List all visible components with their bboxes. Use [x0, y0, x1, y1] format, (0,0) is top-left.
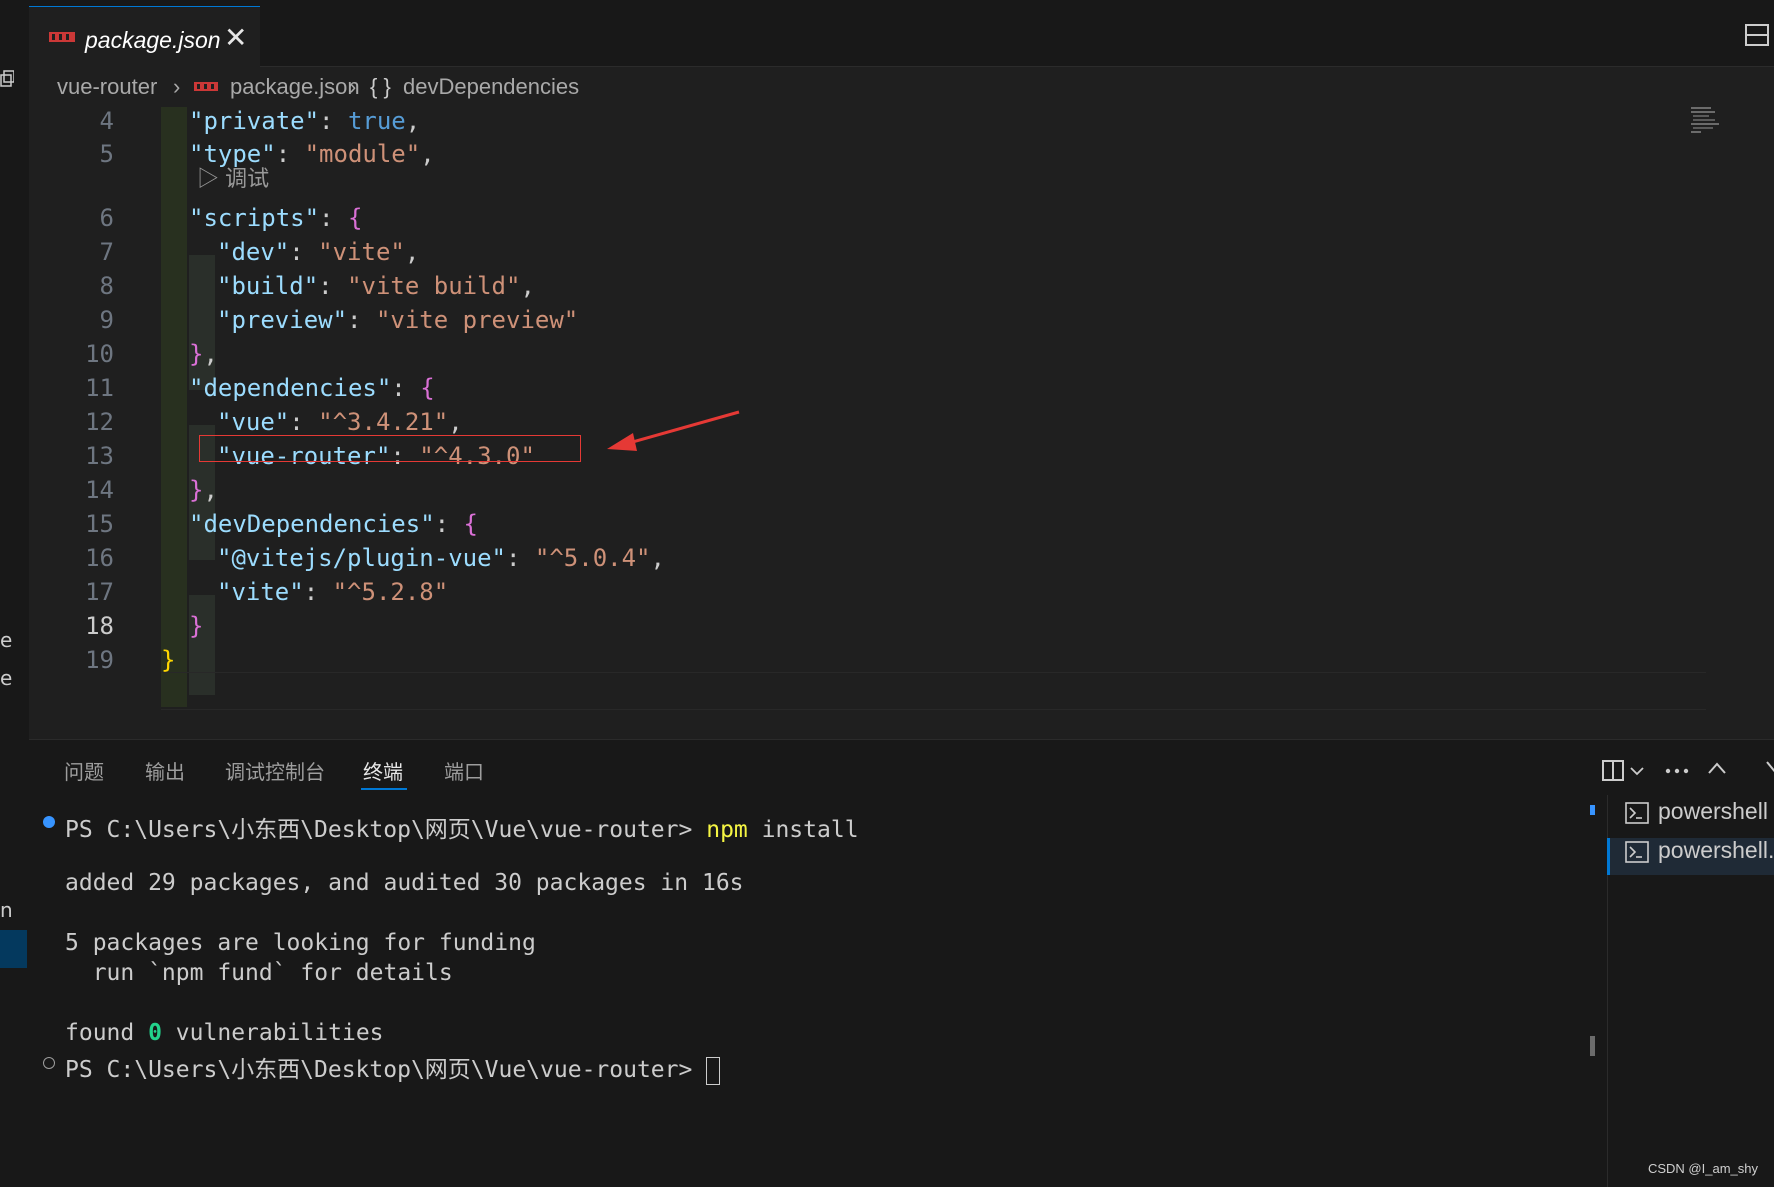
line-number: 19: [85, 646, 114, 674]
line-number: 6: [99, 204, 114, 232]
watermark: CSDN @I_am_shy: [1647, 1161, 1758, 1176]
npm-file-icon: [49, 32, 75, 42]
activity-bar-edge: e e n: [0, 0, 30, 1186]
terminal-output: found 0 vulnerabilities: [65, 1020, 384, 1046]
line-number: 17: [85, 578, 114, 606]
npm-file-icon: [194, 82, 218, 91]
terminal-prompt-line: PS C:\Users\小东西\Desktop\网页\Vue\vue-route…: [65, 1050, 721, 1085]
indent-guide: [161, 107, 187, 707]
code-line: "dependencies": {: [189, 374, 435, 402]
explorer-fragment: e: [0, 628, 13, 652]
line-number: 14: [85, 476, 114, 504]
bottom-panel: 问题 输出 调试控制台 终端 端口 PS C:\Users\小东西\Deskto…: [29, 739, 1774, 1187]
current-line-highlight: [161, 672, 1706, 710]
close-panel-icon[interactable]: [1766, 761, 1774, 777]
chevron-up-icon[interactable]: [1707, 761, 1727, 775]
tab-package-json[interactable]: package.json ✕: [29, 6, 260, 67]
selected-explorer-item[interactable]: [0, 930, 27, 968]
breadcrumb-folder[interactable]: vue-router: [57, 74, 157, 100]
tab-problems[interactable]: 问题: [64, 756, 104, 785]
annotation-arrow-icon: [607, 410, 740, 451]
line-number: 7: [99, 238, 114, 266]
code-line: "vue": "^3.4.21",: [217, 408, 463, 436]
code-editor[interactable]: 4 5 6 7 8 9 10 11 12 13 14 15 16 17 18 1…: [29, 107, 1774, 739]
command-success-dot: [43, 816, 55, 828]
terminal-icon: [1625, 841, 1649, 863]
line-number-current: 18: [85, 612, 114, 640]
chevron-right-icon: ›: [349, 74, 357, 99]
tab-debug-console[interactable]: 调试控制台: [225, 756, 325, 785]
breadcrumb-file[interactable]: package.json: [230, 74, 360, 100]
terminal-icon: [1625, 802, 1649, 824]
debug-codelens[interactable]: ▷ 调试: [197, 161, 269, 193]
line-number: 5: [99, 140, 114, 168]
more-actions-icon[interactable]: [1665, 768, 1691, 774]
explorer-fragment: n: [0, 898, 13, 922]
active-tab-indicator: [361, 788, 407, 790]
terminal-command-line: PS C:\Users\小东西\Desktop\网页\Vue\vue-route…: [65, 817, 859, 843]
breadcrumb-symbol[interactable]: devDependencies: [403, 74, 579, 100]
line-number: 16: [85, 544, 114, 572]
code-line: }: [189, 612, 204, 640]
code-line: "build": "vite build",: [217, 272, 535, 300]
line-number: 13: [85, 442, 114, 470]
terminal-output: 5 packages are looking for funding: [65, 930, 536, 956]
copy-icon[interactable]: [0, 70, 14, 88]
code-line: },: [189, 340, 218, 368]
minimap[interactable]: [1689, 107, 1725, 143]
scrollbar-thumb[interactable]: [1590, 1036, 1595, 1056]
code-line: "preview": "vite preview": [217, 306, 579, 334]
code-line: "vite": "^5.2.8": [217, 578, 449, 606]
line-number: 4: [99, 107, 114, 135]
tab-label: package.json: [85, 27, 221, 53]
close-icon[interactable]: ✕: [224, 21, 247, 54]
line-number: 12: [85, 408, 114, 436]
indent-guide: [189, 255, 215, 390]
breadcrumb: vue-router › package.json › { } devDepen…: [29, 67, 1774, 107]
terminal-output: run `npm fund` for details: [65, 960, 453, 986]
chevron-right-icon: ›: [173, 74, 181, 99]
code-line: "@vitejs/plugin-vue": "^5.0.4",: [217, 544, 665, 572]
scrollbar-marker: [1590, 805, 1595, 815]
terminal-output: added 29 packages, and audited 30 packag…: [65, 870, 744, 896]
line-number: 10: [85, 340, 114, 368]
braces-icon: { }: [370, 74, 391, 99]
tab-ports[interactable]: 端口: [444, 756, 484, 785]
code-line: "devDependencies": {: [189, 510, 478, 538]
line-number: 15: [85, 510, 114, 538]
tab-bar: ·: [29, 0, 1774, 67]
code-line: "dev": "vite",: [217, 238, 420, 266]
annotation-box: [199, 435, 581, 462]
terminal-list-item[interactable]: powershell: [1658, 798, 1768, 825]
chevron-down-icon[interactable]: [1630, 766, 1644, 776]
explorer-fragment: e: [0, 666, 13, 690]
code-line: }: [161, 646, 176, 674]
tab-output[interactable]: 输出: [145, 756, 185, 785]
line-number: 11: [85, 374, 114, 402]
line-number: 9: [99, 306, 114, 334]
split-terminal-icon[interactable]: [1602, 760, 1626, 782]
split-editor-icon[interactable]: [1745, 24, 1771, 48]
line-number: 8: [99, 272, 114, 300]
terminal-list-item[interactable]: powershell...: [1658, 837, 1774, 864]
code-line: "scripts": {: [189, 204, 363, 232]
code-line: },: [189, 476, 218, 504]
command-pending-dot: [43, 1057, 55, 1069]
code-line: "private": true,: [189, 107, 421, 135]
tab-terminal[interactable]: 终端: [363, 756, 403, 785]
